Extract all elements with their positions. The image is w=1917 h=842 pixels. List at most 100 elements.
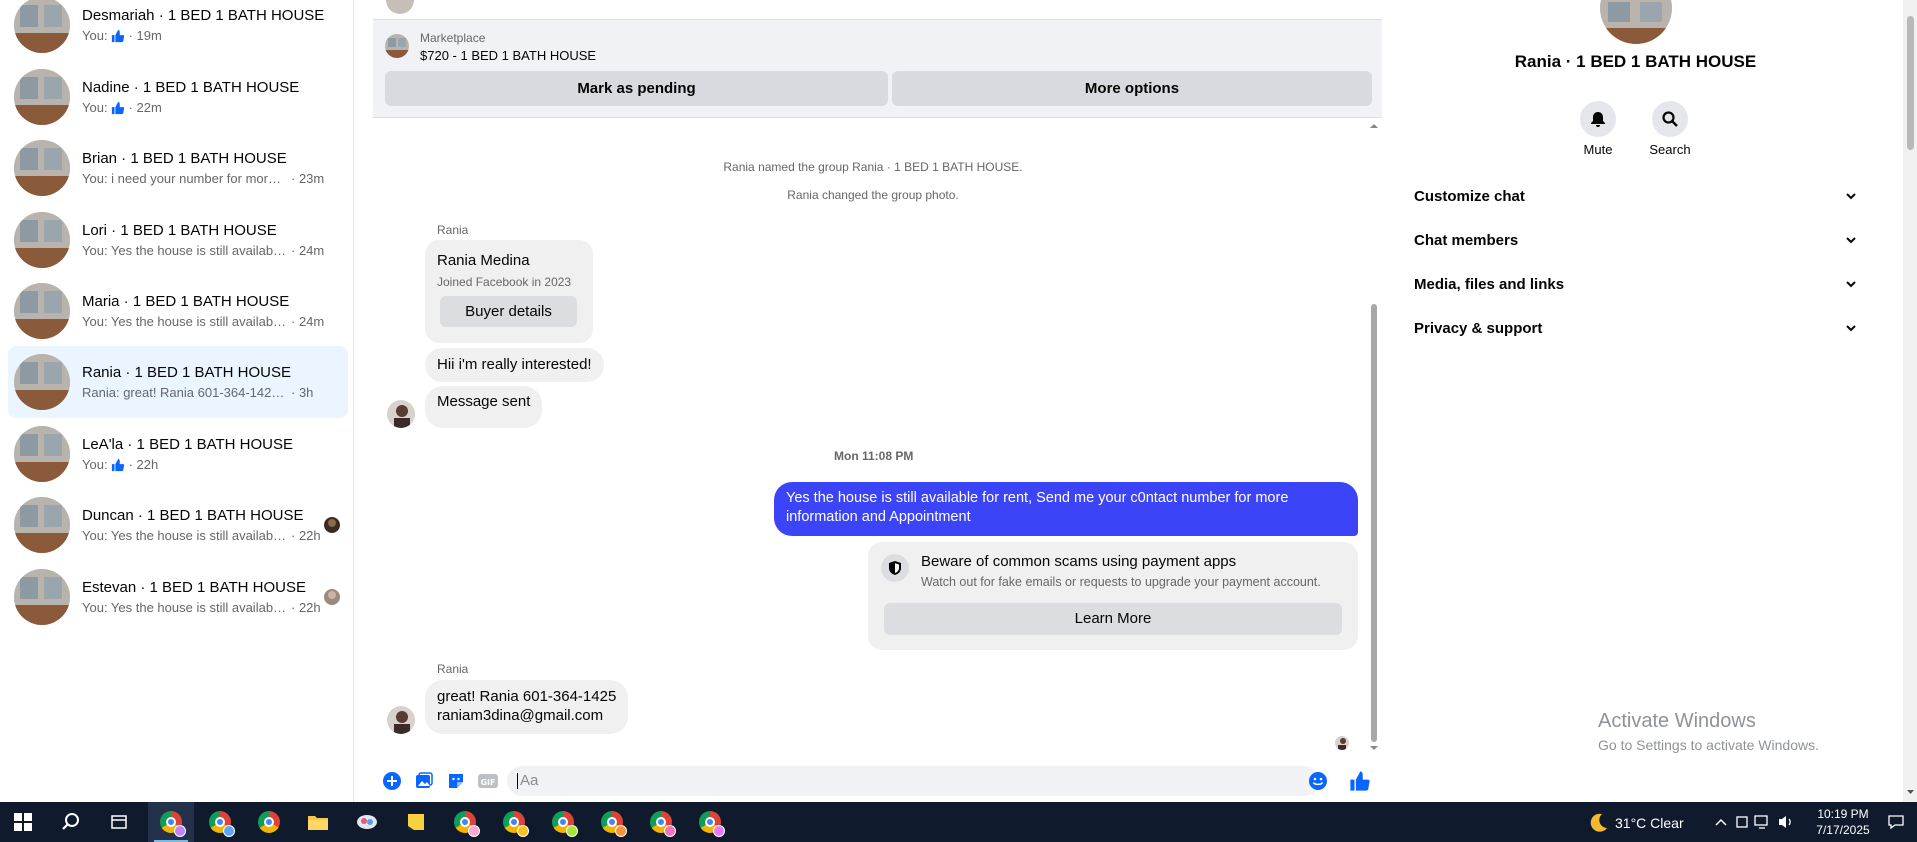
- page-scrollbar-thumb[interactable]: [1907, 16, 1914, 150]
- chat-members-section[interactable]: Chat members: [1414, 222, 1858, 258]
- buyer-details-button[interactable]: Buyer details: [440, 296, 577, 327]
- sender-name: Rania: [437, 223, 469, 237]
- search-icon: [62, 813, 79, 830]
- bell-icon: [1591, 112, 1605, 127]
- message-composer: GIF Aa: [373, 760, 1382, 802]
- conversation-time: · 23m: [291, 171, 325, 186]
- learn-more-button[interactable]: Learn More: [884, 603, 1342, 635]
- conversation-thumbnail: [14, 354, 70, 410]
- reply-email[interactable]: raniam3dina@gmail.com: [437, 706, 616, 725]
- conversation-preview: You:: [82, 100, 108, 115]
- listing-title[interactable]: $720 - 1 BED 1 BATH HOUSE: [420, 48, 596, 63]
- header-avatar: [386, 0, 414, 14]
- message-timestamp: Mon 11:08 PM: [834, 449, 914, 463]
- conversation-time: · 22h: [128, 457, 159, 472]
- network-icon[interactable]: [1754, 814, 1772, 830]
- more-options-button[interactable]: More options: [892, 71, 1372, 106]
- chevron-down-icon: [1846, 193, 1856, 200]
- clock[interactable]: 10:19 PM 7/17/2025: [1805, 806, 1881, 838]
- taskbar-chrome-app[interactable]: [638, 802, 684, 842]
- conversation-time: · 22m: [128, 100, 162, 115]
- conversation-item[interactable]: Desmariah · 1 BED 1 BATH HOUSE You: · 19m: [8, 0, 348, 57]
- taskbar-chrome-app[interactable]: [197, 802, 243, 842]
- onedrive-icon[interactable]: [1734, 814, 1750, 830]
- notification-icon[interactable]: [1887, 814, 1905, 830]
- sender-avatar: [387, 706, 415, 734]
- app-icon: [357, 815, 377, 829]
- taskbar-chrome-app[interactable]: [246, 802, 292, 842]
- gif-icon[interactable]: GIF: [477, 770, 499, 792]
- taskbar-chrome-app[interactable]: [540, 802, 586, 842]
- moon-icon: [1590, 813, 1607, 832]
- system-message: Rania changed the group photo.: [787, 188, 959, 202]
- conversation-item[interactable]: LeA'la · 1 BED 1 BATH HOUSE You: · 22h: [8, 422, 348, 486]
- taskbar-app[interactable]: [344, 802, 390, 842]
- conversation-name: Nadine · 1 BED 1 BATH HOUSE: [82, 79, 300, 96]
- page-scrollbar[interactable]: [1903, 0, 1917, 802]
- thumbs-up-icon: [111, 29, 124, 42]
- chat-scrollbar-thumb[interactable]: [1371, 304, 1377, 742]
- scroll-down-arrow-icon[interactable]: [1906, 788, 1915, 796]
- conversation-thumbnail: [14, 0, 70, 53]
- taskbar-chrome-app[interactable]: [491, 802, 537, 842]
- volume-icon[interactable]: [1777, 814, 1795, 830]
- outgoing-message: Yes the house is still available for ren…: [774, 482, 1358, 536]
- taskbar-chrome-app[interactable]: [442, 802, 488, 842]
- thumbs-up-icon: [111, 458, 124, 471]
- conversation-preview: You: i need your number for more in...: [82, 171, 287, 186]
- buyer-joined: Joined Facebook in 2023: [437, 275, 572, 289]
- listing-thumbnail: [385, 34, 409, 58]
- taskbar-chrome-app[interactable]: [687, 802, 733, 842]
- start-button[interactable]: [0, 802, 46, 842]
- weather-widget[interactable]: 31°C Clear: [1587, 812, 1684, 834]
- thumbs-up-icon: [111, 101, 124, 114]
- seen-avatar: [324, 589, 340, 605]
- chat-info-panel: Rania · 1 BED 1 BATH HOUSE Mute Search C…: [1398, 0, 1873, 802]
- media-files-links-section[interactable]: Media, files and links: [1414, 266, 1858, 302]
- section-label: Customize chat: [1414, 187, 1525, 205]
- conversation-time: · 24m: [291, 243, 325, 258]
- conversation-time: · 3h: [291, 385, 314, 400]
- chevron-up-icon[interactable]: [1714, 816, 1728, 828]
- activate-windows-watermark: Activate Windows Go to Settings to activ…: [1598, 710, 1819, 753]
- windows-taskbar: 31°C Clear 10:19 PM 7/17/2025: [0, 802, 1917, 842]
- mark-as-pending-button[interactable]: Mark as pending: [385, 71, 888, 106]
- taskbar-chrome-app[interactable]: [589, 802, 635, 842]
- scroll-up-arrow-icon[interactable]: [1369, 122, 1379, 130]
- conversation-item[interactable]: Nadine · 1 BED 1 BATH HOUSE You: · 22m: [8, 65, 348, 129]
- conversation-name: Lori · 1 BED 1 BATH HOUSE: [82, 222, 277, 239]
- conversation-item[interactable]: Lori · 1 BED 1 BATH HOUSE You: Yes the h…: [8, 208, 348, 272]
- conversation-item-active[interactable]: Rania · 1 BED 1 BATH HOUSE Rania: great!…: [8, 346, 348, 418]
- chat-scrollbar[interactable]: [1368, 118, 1378, 758]
- conversation-name: Rania · 1 BED 1 BATH HOUSE: [82, 364, 291, 381]
- taskbar-search-button[interactable]: [48, 802, 94, 842]
- conversation-item[interactable]: Brian · 1 BED 1 BATH HOUSE You: i need y…: [8, 136, 348, 200]
- taskbar-file-explorer[interactable]: [295, 802, 341, 842]
- privacy-support-section[interactable]: Privacy & support: [1414, 310, 1858, 346]
- activate-windows-title: Activate Windows: [1598, 710, 1756, 732]
- taskbar-chrome-app[interactable]: [148, 802, 194, 842]
- conversation-name: Desmariah · 1 BED 1 BATH HOUSE: [82, 7, 325, 24]
- emoji-icon[interactable]: [1307, 770, 1329, 792]
- plus-icon[interactable]: [381, 770, 403, 792]
- sticker-icon[interactable]: [445, 770, 467, 792]
- mute-button[interactable]: [1580, 101, 1616, 137]
- message-input[interactable]: Aa: [507, 766, 1319, 796]
- task-view-button[interactable]: [96, 802, 142, 842]
- chrome-icon: [258, 811, 280, 833]
- conversation-preview: Rania: great! Rania 601-364-1425 rani...: [82, 385, 287, 400]
- conversation-preview: You: Yes the house is still available f.…: [82, 243, 287, 258]
- thumbs-up-send-icon[interactable]: [1349, 770, 1371, 792]
- conversation-item[interactable]: Estevan · 1 BED 1 BATH HOUSE You: Yes th…: [8, 565, 348, 629]
- taskbar-sticky-notes[interactable]: [393, 802, 439, 842]
- scroll-down-arrow-icon[interactable]: [1369, 744, 1379, 752]
- search-button[interactable]: [1652, 101, 1688, 137]
- conversation-item[interactable]: Maria · 1 BED 1 BATH HOUSE You: Yes the …: [8, 279, 348, 343]
- conversation-time: · 22h: [291, 528, 321, 543]
- scam-warning-card: Beware of common scams using payment app…: [868, 542, 1358, 650]
- chat-pane: Marketplace $720 - 1 BED 1 BATH HOUSE Ma…: [373, 0, 1382, 802]
- conversation-item[interactable]: Duncan · 1 BED 1 BATH HOUSE You: Yes the…: [8, 493, 348, 557]
- photo-icon[interactable]: [413, 770, 435, 792]
- customize-chat-section[interactable]: Customize chat: [1414, 178, 1858, 214]
- incoming-message: great! Rania 601-364-1425 raniam3dina@gm…: [425, 680, 629, 734]
